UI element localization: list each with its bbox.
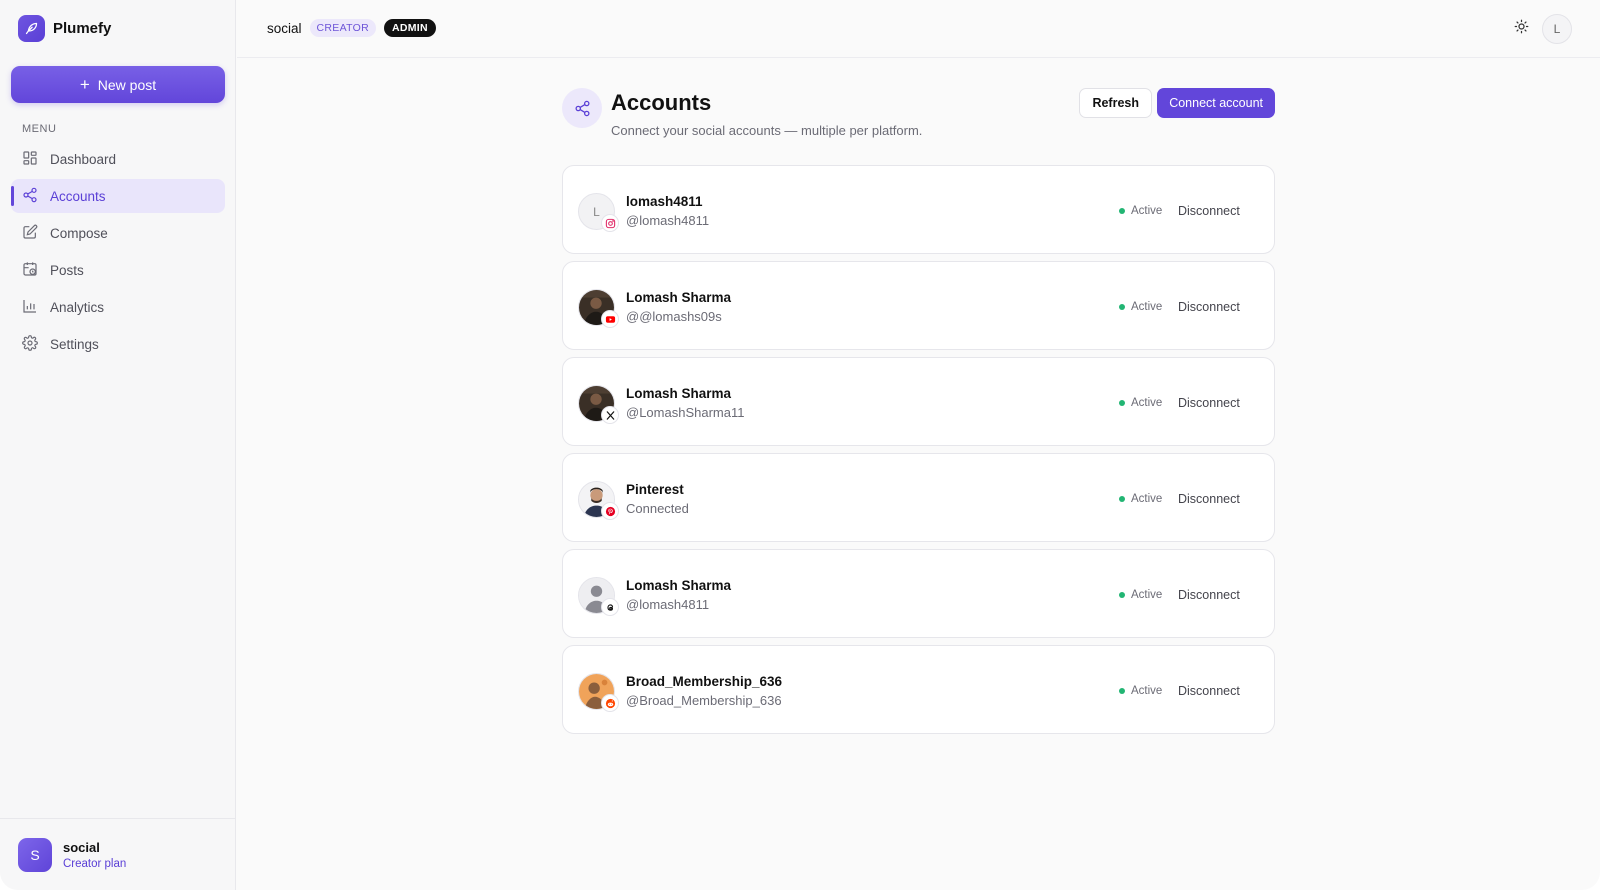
brand[interactable]: Plumefy xyxy=(18,15,111,42)
account-name: Lomash Sharma xyxy=(626,290,732,305)
account-name: Broad_Membership_636 xyxy=(626,674,783,689)
status-dot-icon xyxy=(1119,304,1125,310)
status-badge: Active xyxy=(1119,493,1162,505)
status-dot-icon xyxy=(1119,592,1125,598)
menu-heading: MENU xyxy=(22,123,57,135)
bar-chart-icon xyxy=(22,298,38,317)
workspace-avatar: S xyxy=(18,837,52,872)
status-label: Active xyxy=(1131,205,1163,217)
workspace-footer[interactable]: S social Creator plan xyxy=(0,818,236,890)
status-dot-icon xyxy=(1119,400,1125,406)
disconnect-button[interactable]: Disconnect xyxy=(1169,295,1249,319)
status-label: Active xyxy=(1131,589,1163,601)
sidebar-item-label: Settings xyxy=(50,336,99,352)
sidebar-item-label: Accounts xyxy=(50,188,106,204)
status-dot-icon xyxy=(1119,208,1125,214)
compose-icon xyxy=(22,224,38,243)
calendar-clock-icon xyxy=(22,261,38,280)
status-label: Active xyxy=(1131,301,1163,313)
disconnect-button[interactable]: Disconnect xyxy=(1169,679,1249,703)
page-subtitle: Connect your social accounts — multiple … xyxy=(611,123,923,138)
role-badge: CREATOR xyxy=(309,19,376,37)
new-post-label: New post xyxy=(97,76,157,93)
refresh-button[interactable]: Refresh xyxy=(1079,88,1152,118)
account-card: Pinterest Connected Active Disconnect xyxy=(562,453,1275,542)
admin-badge: ADMIN xyxy=(383,19,436,37)
plus-icon: + xyxy=(79,75,90,94)
account-handle: @Broad_Membership_636 xyxy=(626,693,782,708)
user-avatar[interactable]: L xyxy=(1542,14,1572,44)
account-handle: @lomash4811 xyxy=(626,597,710,612)
page-header: Accounts Connect your social accounts — … xyxy=(562,88,1275,148)
sidebar-item-dashboard[interactable]: Dashboard xyxy=(11,142,225,176)
new-post-button[interactable]: + New post xyxy=(11,66,225,103)
workspace-name: social xyxy=(267,20,302,36)
youtube-icon xyxy=(601,310,619,328)
reddit-icon xyxy=(601,694,619,712)
sidebar: Plumefy + New post MENU Dashboard Accoun… xyxy=(0,0,236,890)
disconnect-button[interactable]: Disconnect xyxy=(1169,487,1249,511)
account-handle: @lomash4811 xyxy=(626,213,710,228)
workspace-name: social xyxy=(63,839,100,855)
sidebar-item-label: Compose xyxy=(50,225,108,241)
status-label: Active xyxy=(1131,493,1163,505)
sidebar-item-analytics[interactable]: Analytics xyxy=(11,290,225,324)
disconnect-button[interactable]: Disconnect xyxy=(1169,391,1249,415)
accounts-list: L lomash4811 @lomash4811 Active Disconne… xyxy=(562,165,1275,741)
status-label: Active xyxy=(1131,397,1163,409)
account-handle: Connected xyxy=(626,501,689,516)
sun-icon xyxy=(1514,19,1529,39)
status-badge: Active xyxy=(1119,205,1162,217)
status-label: Active xyxy=(1131,685,1163,697)
share-icon xyxy=(22,187,38,206)
status-dot-icon xyxy=(1119,688,1125,694)
disconnect-button[interactable]: Disconnect xyxy=(1169,199,1249,223)
sidebar-item-label: Posts xyxy=(50,262,84,278)
account-card: Lomash Sharma @lomash4811 Active Disconn… xyxy=(562,549,1275,638)
account-name: Lomash Sharma xyxy=(626,386,732,401)
account-card: L lomash4811 @lomash4811 Active Disconne… xyxy=(562,165,1275,254)
sidebar-item-accounts[interactable]: Accounts xyxy=(11,179,225,213)
gear-icon xyxy=(22,334,38,354)
account-name: Pinterest xyxy=(626,482,684,497)
connect-account-button[interactable]: Connect account xyxy=(1157,88,1275,118)
sidebar-item-posts[interactable]: Posts xyxy=(11,253,225,287)
sidebar-item-compose[interactable]: Compose xyxy=(11,216,225,250)
account-card: Broad_Membership_636 @Broad_Membership_6… xyxy=(562,645,1275,734)
brand-name: Plumefy xyxy=(53,20,112,37)
sidebar-item-label: Dashboard xyxy=(50,151,117,167)
pinterest-icon xyxy=(601,502,619,520)
account-name: Lomash Sharma xyxy=(626,578,732,593)
sidebar-item-label: Analytics xyxy=(50,299,105,315)
status-badge: Active xyxy=(1119,301,1162,313)
page-title: Accounts xyxy=(611,90,712,115)
status-badge: Active xyxy=(1119,397,1162,409)
status-dot-icon xyxy=(1119,496,1125,502)
account-name: lomash4811 xyxy=(626,194,703,209)
sidebar-item-settings[interactable]: Settings xyxy=(11,327,225,361)
status-badge: Active xyxy=(1119,685,1162,697)
topbar: social CREATOR ADMIN L xyxy=(237,0,1600,58)
dashboard-icon xyxy=(22,150,38,169)
plan-label: Creator plan xyxy=(63,857,127,870)
theme-toggle-button[interactable] xyxy=(1510,18,1532,40)
disconnect-button[interactable]: Disconnect xyxy=(1169,583,1249,607)
account-handle: @LomashSharma11 xyxy=(626,405,745,420)
account-card: Lomash Sharma @LomashSharma11 Active Dis… xyxy=(562,357,1275,446)
workspace-indicator: social CREATOR ADMIN xyxy=(267,19,436,37)
status-badge: Active xyxy=(1119,589,1162,601)
account-handle: @@lomashs09s xyxy=(626,309,722,324)
threads-icon xyxy=(601,598,619,616)
instagram-icon xyxy=(601,214,619,232)
x-logo-icon xyxy=(601,406,619,424)
feather-logo-icon xyxy=(18,15,45,42)
account-card: Lomash Sharma @@lomashs09s Active Discon… xyxy=(562,261,1275,350)
app-window: Plumefy + New post MENU Dashboard Accoun… xyxy=(0,0,1600,890)
share-icon xyxy=(562,88,602,128)
sidebar-nav: Dashboard Accounts Compose Posts Analyti… xyxy=(11,142,225,364)
